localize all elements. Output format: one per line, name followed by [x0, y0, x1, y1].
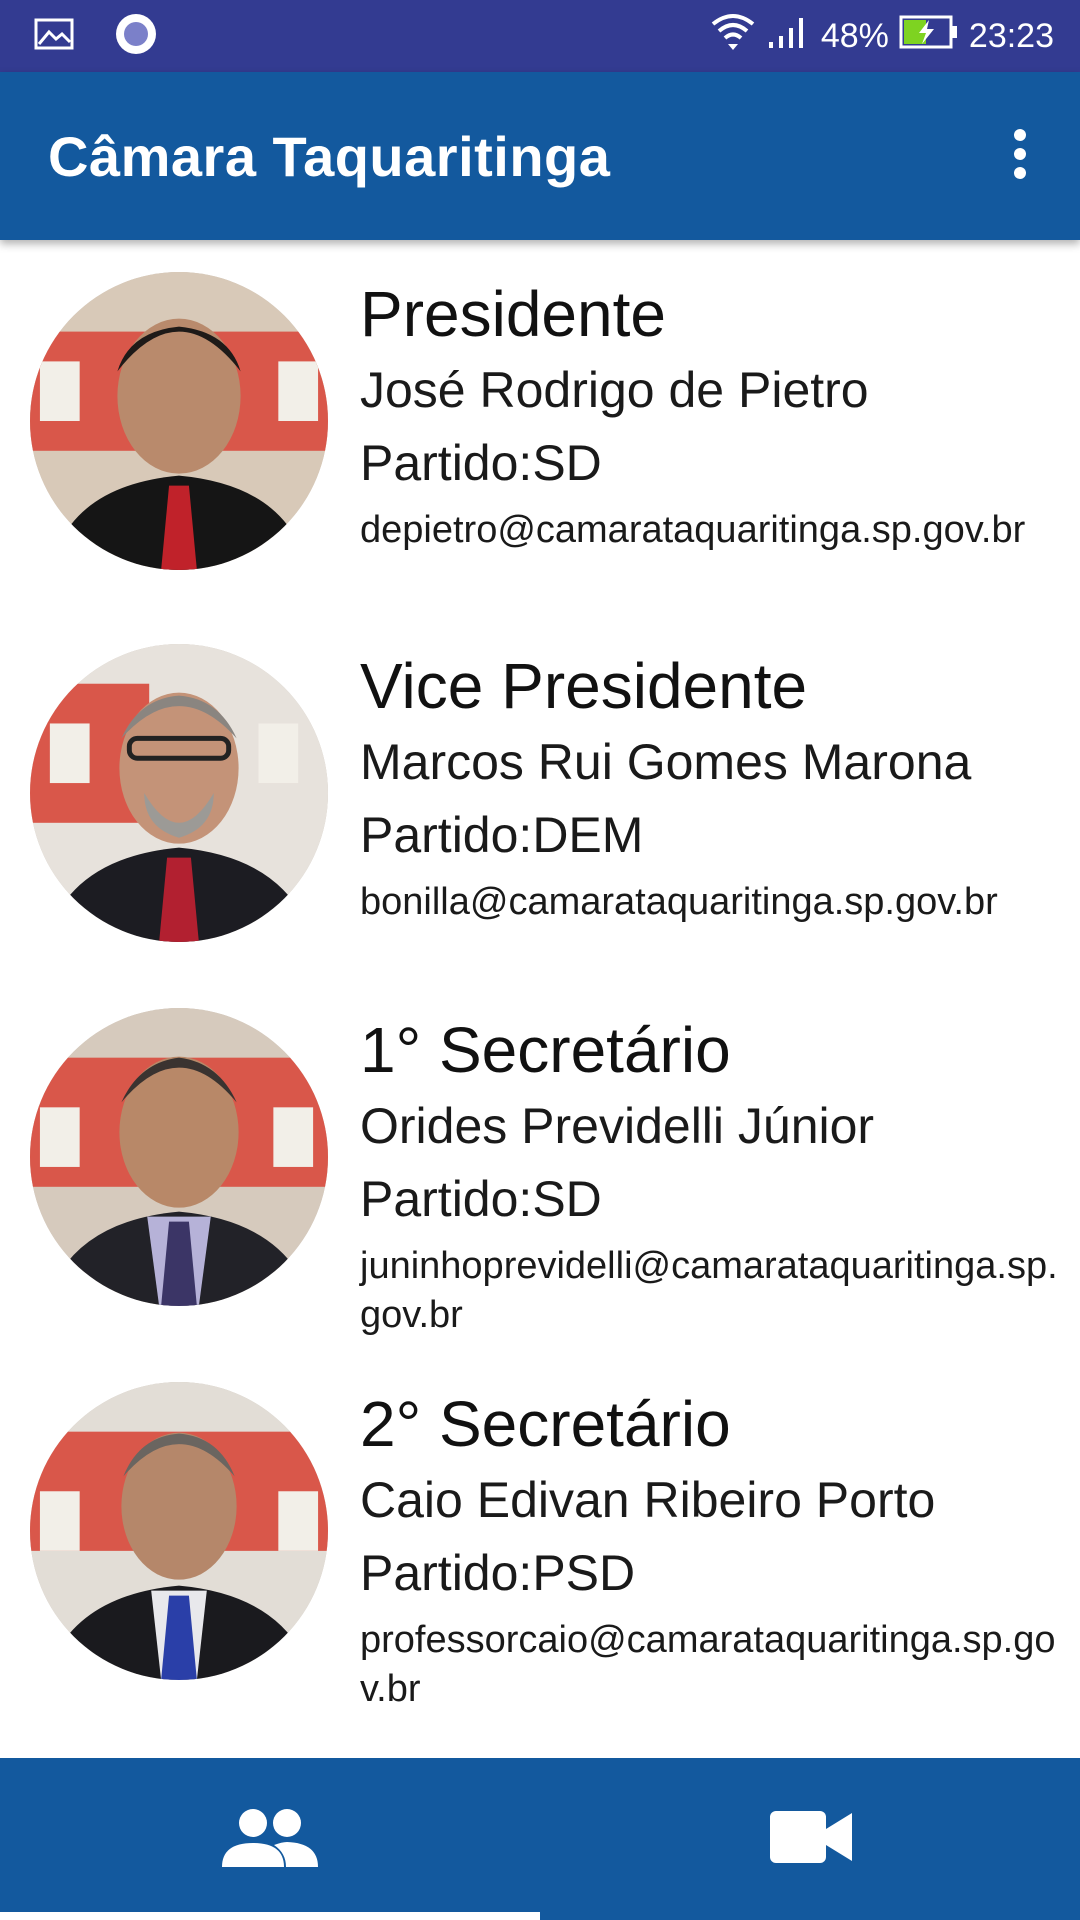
- member-party: Partido:SD: [360, 435, 602, 491]
- member-name: Marcos Rui Gomes Marona: [360, 734, 972, 790]
- member-role: 2° Secretário: [360, 1388, 731, 1460]
- battery-charging-icon: [899, 14, 959, 59]
- tab-videos[interactable]: [540, 1758, 1080, 1920]
- member-email: bonilla@camarataquaritinga.sp.gov.br: [360, 881, 998, 923]
- people-icon: [220, 1807, 320, 1872]
- member-name: Caio Edivan Ribeiro Porto: [360, 1472, 936, 1528]
- avatar: [30, 1382, 328, 1680]
- avatar: [30, 272, 328, 570]
- list-item[interactable]: Vice Presidente Marcos Rui Gomes Marona …: [0, 612, 1080, 984]
- tab-members[interactable]: [0, 1758, 540, 1920]
- overflow-menu-button[interactable]: [960, 96, 1080, 216]
- list-item[interactable]: 2° Secretário Caio Edivan Ribeiro Porto …: [0, 1350, 1080, 1722]
- member-email: professorcaio@camarataquaritinga.sp.gov.…: [360, 1619, 1056, 1710]
- list-item[interactable]: Presidente José Rodrigo de Pietro Partid…: [0, 240, 1080, 612]
- member-role: 1° Secretário: [360, 1014, 731, 1086]
- wifi-icon: [709, 10, 757, 63]
- member-name: José Rodrigo de Pietro: [360, 362, 869, 418]
- member-name: Orides Previdelli Júnior: [360, 1098, 875, 1154]
- more-vert-icon: [1012, 128, 1028, 185]
- app-bar: Câmara Taquaritinga: [0, 72, 1080, 240]
- status-bar: 48% 23:23: [0, 0, 1080, 72]
- member-email: depietro@camarataquaritinga.sp.gov.br: [360, 509, 1026, 551]
- selected-tab-indicator: [0, 1912, 540, 1920]
- member-email: juninhoprevidelli@camarataquaritinga.sp.…: [360, 1245, 1058, 1336]
- video-camera-icon: [768, 1809, 852, 1870]
- member-role: Vice Presidente: [360, 650, 808, 722]
- list-item[interactable]: 1° Secretário Orides Previdelli Júnior P…: [0, 976, 1080, 1348]
- member-party: Partido:SD: [360, 1171, 602, 1227]
- member-party: Partido:DEM: [360, 807, 644, 863]
- avatar: [30, 1008, 328, 1306]
- member-list[interactable]: Presidente José Rodrigo de Pietro Partid…: [0, 240, 1080, 1758]
- app-title: Câmara Taquaritinga: [48, 124, 611, 188]
- signal-icon: [767, 14, 811, 59]
- clock: 23:23: [968, 16, 1054, 55]
- member-party: Partido:PSD: [360, 1545, 636, 1601]
- avatar: [30, 644, 328, 942]
- battery-percent: 48%: [820, 16, 889, 55]
- record-notification-icon: [114, 12, 158, 61]
- gallery-notification-icon: [34, 18, 74, 55]
- member-role: Presidente: [360, 278, 666, 350]
- bottom-navigation: [0, 1758, 1080, 1920]
